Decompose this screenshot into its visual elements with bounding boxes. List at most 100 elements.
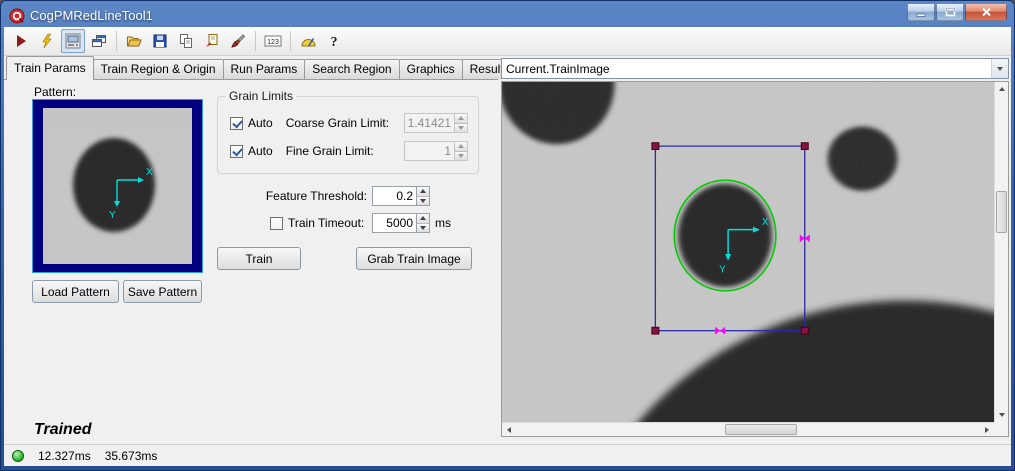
spinner-up-button[interactable] <box>417 187 429 196</box>
tab-graphics[interactable]: Graphics <box>399 59 463 79</box>
run-continuous-button[interactable] <box>35 29 59 53</box>
run-button[interactable] <box>9 29 33 53</box>
spinner-down-button[interactable] <box>417 196 429 206</box>
app-window: CogPMRedLineTool1 <box>0 0 1015 471</box>
train-timeout-unit-label: ms <box>435 216 451 230</box>
vertical-scrollbar[interactable] <box>994 82 1008 422</box>
coarse-grain-limit-label: Coarse Grain Limit: <box>286 116 389 130</box>
train-timeout-checkbox[interactable] <box>270 217 283 230</box>
import-icon <box>204 33 220 49</box>
trained-status: Trained <box>34 421 92 439</box>
horizontal-scroll-thumb[interactable] <box>725 424 797 435</box>
spinner-down-button <box>455 123 467 133</box>
train-timeout-spinner <box>416 213 430 233</box>
coarse-grain-limit-input: 1.41421 <box>404 113 454 133</box>
toolbar: 123 ? <box>4 27 1011 56</box>
window-controls <box>906 4 1007 21</box>
float-window-button[interactable] <box>87 29 111 53</box>
run-icon <box>13 33 29 49</box>
scrollbar-corner <box>994 422 1008 436</box>
combo-dropdown-icon[interactable] <box>991 59 1008 78</box>
feature-threshold-field: 0.2 <box>372 186 430 206</box>
paintbrush-button[interactable] <box>226 29 250 53</box>
load-pattern-button[interactable]: Load Pattern <box>32 280 119 303</box>
image-controls-icon <box>65 33 81 49</box>
fine-grain-limit-label: Fine Grain Limit: <box>286 144 374 158</box>
import-image-button[interactable] <box>200 29 224 53</box>
minimize-icon <box>916 8 926 17</box>
left-panel: Train Params Train Region & Origin Run P… <box>4 56 498 444</box>
paintbrush-icon <box>230 33 246 49</box>
toolbar-separator <box>290 31 291 51</box>
minimize-button[interactable] <box>907 4 935 21</box>
grain-limits-group: Grain Limits Auto Coarse Grain Limit: 1.… <box>217 96 479 174</box>
toolbar-separator <box>255 31 256 51</box>
tab-train-region-origin[interactable]: Train Region & Origin <box>93 59 224 79</box>
scroll-right-button[interactable] <box>980 423 994 436</box>
image-source-value: Current.TrainImage <box>506 62 610 76</box>
status-bar: 12.327ms 35.673ms <box>4 444 1011 466</box>
grain-limits-title: Grain Limits <box>226 89 296 103</box>
spinner-down-button[interactable] <box>417 223 429 233</box>
help-icon: ? <box>326 33 342 49</box>
numbers-icon: 123 <box>264 33 282 49</box>
vertical-scroll-track[interactable] <box>995 96 1008 408</box>
tab-search-region[interactable]: Search Region <box>304 59 399 79</box>
feature-threshold-spinner <box>416 186 430 206</box>
show-image-controls-button[interactable] <box>61 29 85 53</box>
measure-button[interactable] <box>296 29 320 53</box>
train-image: X Y <box>502 82 994 422</box>
svg-text:?: ? <box>331 35 338 49</box>
grab-train-image-button[interactable]: Grab Train Image <box>356 247 472 270</box>
protractor-icon <box>300 33 316 49</box>
open-folder-icon <box>126 33 142 49</box>
scroll-left-button[interactable] <box>502 423 516 436</box>
close-button[interactable] <box>965 4 1007 21</box>
maximize-button[interactable] <box>936 4 964 21</box>
tab-train-params[interactable]: Train Params <box>6 56 94 80</box>
auto-coarse-checkbox[interactable] <box>230 117 243 130</box>
horizontal-scroll-track[interactable] <box>516 423 980 436</box>
auto-fine-checkbox[interactable] <box>230 145 243 158</box>
train-image-canvas[interactable]: X Y <box>502 82 994 422</box>
train-button[interactable]: Train <box>217 247 301 270</box>
total-time: 35.673ms <box>105 449 158 463</box>
help-button[interactable]: ? <box>322 29 346 53</box>
train-timeout-label: Train Timeout: <box>288 216 364 230</box>
auto-coarse-label: Auto <box>248 116 273 130</box>
tab-run-params[interactable]: Run Params <box>223 59 306 79</box>
scroll-down-button[interactable] <box>995 408 1008 422</box>
copy-icon <box>178 33 194 49</box>
save-button[interactable] <box>148 29 172 53</box>
coarse-grain-limit-field: 1.41421 <box>404 113 468 133</box>
pattern-label: Pattern: <box>34 85 76 99</box>
vertical-scroll-thumb[interactable] <box>996 191 1007 233</box>
feature-threshold-input[interactable]: 0.2 <box>372 186 416 206</box>
image-display: X Y <box>501 81 1009 437</box>
svg-text:Y: Y <box>109 210 116 221</box>
new-window-icon <box>91 33 107 49</box>
train-timeout-input[interactable]: 5000 <box>372 213 416 233</box>
coarse-grain-limit-spinner <box>454 113 468 133</box>
close-icon <box>981 7 992 17</box>
auto-fine-label: Auto <box>248 144 273 158</box>
scroll-up-button[interactable] <box>995 82 1008 96</box>
toolbar-separator <box>116 31 117 51</box>
client-area: 123 ? Train Params Train R <box>4 27 1011 466</box>
svg-text:X: X <box>762 217 769 228</box>
horizontal-scrollbar[interactable] <box>502 422 994 436</box>
save-pattern-button[interactable]: Save Pattern <box>123 280 202 303</box>
show-values-button[interactable]: 123 <box>261 29 285 53</box>
spinner-up-button <box>455 142 467 151</box>
window-title: CogPMRedLineTool1 <box>30 8 906 23</box>
fine-grain-limit-input: 1 <box>404 141 454 161</box>
pattern-image: X Y <box>43 108 192 264</box>
tabstrip: Train Params Train Region & Origin Run P… <box>4 56 498 80</box>
svg-text:Y: Y <box>719 265 726 276</box>
open-file-button[interactable] <box>122 29 146 53</box>
image-source-combo[interactable]: Current.TrainImage <box>501 58 1009 79</box>
spinner-up-button[interactable] <box>417 214 429 223</box>
copy-results-button[interactable] <box>174 29 198 53</box>
maximize-icon <box>945 7 956 17</box>
titlebar[interactable]: CogPMRedLineTool1 <box>4 1 1011 27</box>
